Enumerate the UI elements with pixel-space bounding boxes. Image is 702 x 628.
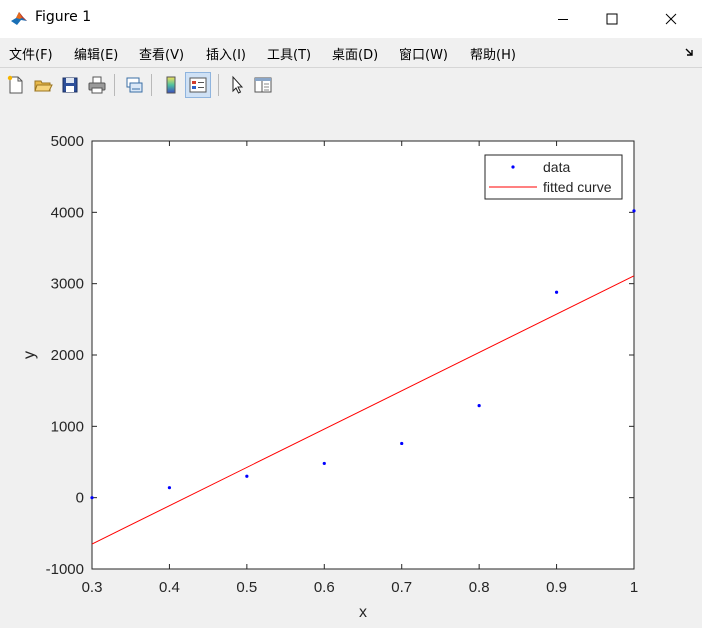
menu-window[interactable]: 窗口(W)	[399, 44, 448, 63]
open-file-button[interactable]	[31, 73, 55, 97]
figure-window: Figure 1 文件(F) 编辑(E) 查看(V) 插入(I) 工具(T) 桌…	[0, 0, 702, 628]
legend-icon	[189, 77, 207, 93]
y-tick-label: 0	[76, 490, 84, 507]
colorbar-button[interactable]	[159, 73, 183, 97]
y-tick-label: 2000	[51, 347, 84, 364]
legend-entry-label: fitted curve	[543, 179, 612, 195]
x-tick-label: 0.8	[469, 579, 490, 596]
y-tick-label: 4000	[51, 204, 84, 221]
data-point	[167, 486, 172, 490]
x-tick-label: 1	[630, 579, 638, 596]
minimize-button[interactable]	[540, 0, 586, 38]
menu-bar: 文件(F) 编辑(E) 查看(V) 插入(I) 工具(T) 桌面(D) 窗口(W…	[0, 40, 702, 66]
close-icon	[665, 13, 677, 25]
toolbar-separator	[218, 74, 219, 96]
plot-axes[interactable]: 0.3 0.4 0.5 0.6 0.7 0.8 0.9 1 -1000 0 1000 2000 3000…	[0, 102, 702, 628]
edit-plot-button[interactable]	[225, 73, 249, 97]
print-icon	[88, 76, 106, 94]
link-plot-icon	[126, 77, 143, 93]
x-tick-label: 0.5	[236, 579, 257, 596]
x-tick-label: 0.9	[546, 579, 567, 596]
print-button[interactable]	[85, 73, 109, 97]
new-figure-button[interactable]	[4, 73, 28, 97]
menu-view[interactable]: 查看(V)	[139, 44, 184, 63]
edit-plot-pointer-icon	[232, 75, 244, 94]
menu-file[interactable]: 文件(F)	[9, 44, 53, 63]
menu-edit[interactable]: 编辑(E)	[74, 44, 118, 63]
menu-insert[interactable]: 插入(I)	[206, 44, 246, 63]
y-tick-label: 5000	[51, 133, 84, 150]
axes-box	[91, 140, 635, 570]
close-button[interactable]	[648, 0, 694, 38]
maximize-button[interactable]	[589, 0, 635, 38]
link-plot-button[interactable]	[122, 73, 146, 97]
data-point	[90, 496, 94, 500]
menu-tools[interactable]: 工具(T)	[267, 44, 311, 63]
data-point	[477, 404, 481, 408]
legend-entry-label: data	[543, 159, 570, 175]
y-axis-label: y	[21, 351, 38, 359]
legend-point-swatch	[511, 165, 515, 169]
data-point	[632, 209, 636, 213]
colorbar-icon	[166, 76, 176, 94]
x-tick-label: 0.6	[314, 579, 335, 596]
data-point	[245, 474, 249, 478]
property-inspector-icon	[254, 77, 272, 93]
menu-desktop[interactable]: 桌面(D)	[332, 44, 378, 63]
x-tick-label: 0.3	[82, 579, 103, 596]
y-tick-label: 3000	[51, 276, 84, 293]
open-file-icon	[34, 80, 53, 92]
dock-arrow-icon[interactable]	[684, 46, 696, 58]
property-inspector-button[interactable]	[251, 73, 275, 97]
y-tick-label: 1000	[51, 418, 84, 435]
toolbar-separator	[114, 74, 115, 96]
x-axis-label: x	[359, 604, 367, 621]
matlab-icon	[11, 12, 27, 25]
data-point	[322, 461, 326, 466]
window-title: Figure 1	[35, 9, 92, 25]
figure-toolbar	[0, 67, 702, 103]
menu-help[interactable]: 帮助(H)	[470, 44, 516, 63]
minimize-icon	[558, 19, 568, 20]
data-point	[400, 441, 404, 446]
x-tick-label: 0.7	[391, 579, 412, 596]
y-tick-label: -1000	[46, 561, 84, 578]
new-figure-icon	[7, 75, 23, 94]
data-point	[554, 290, 559, 294]
maximize-icon	[606, 13, 618, 25]
save-icon	[62, 77, 78, 93]
title-bar[interactable]: Figure 1	[0, 0, 702, 38]
toolbar-separator	[151, 74, 152, 96]
x-tick-label: 0.4	[159, 579, 180, 596]
figure-canvas[interactable]: 0.3 0.4 0.5 0.6 0.7 0.8 0.9 1 -1000 0 1000 2000 3000…	[0, 102, 702, 628]
legend-button[interactable]	[185, 72, 211, 98]
save-button[interactable]	[58, 73, 82, 97]
